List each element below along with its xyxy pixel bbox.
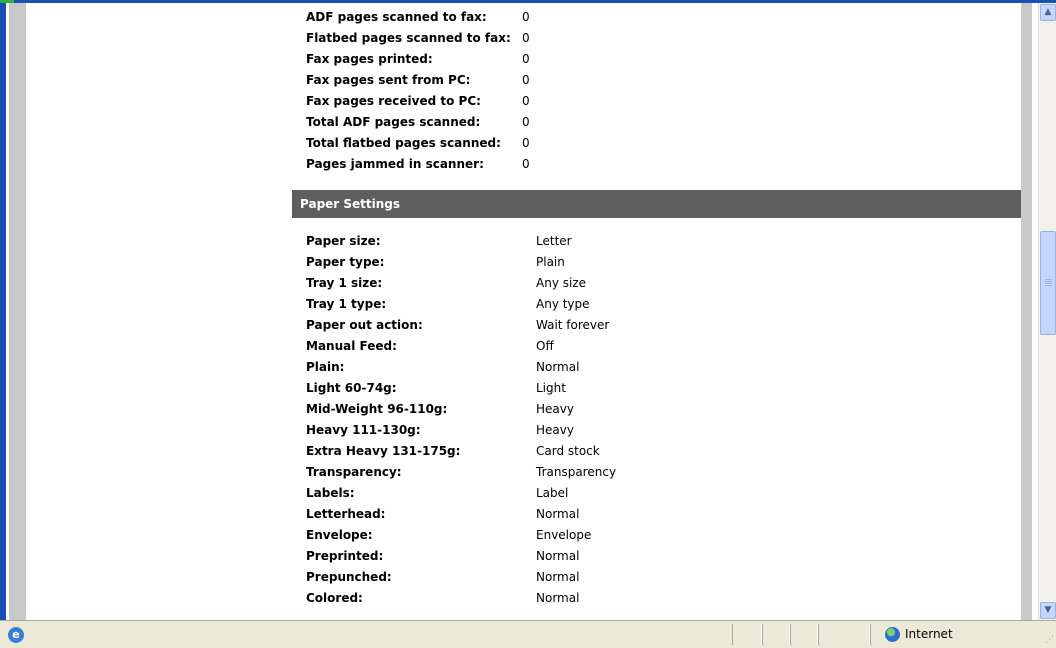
row-value: 0 [522, 115, 530, 129]
row-label: Fax pages received to PC: [306, 94, 481, 108]
row-value: Normal [536, 507, 580, 521]
row-label: Paper out action: [306, 318, 423, 332]
row-label: Plain: [306, 360, 345, 374]
globe-icon [885, 627, 900, 642]
row-label: Prepunched: [306, 570, 392, 584]
row-value: Normal [536, 591, 580, 605]
status-pane [818, 624, 870, 645]
resize-grip-icon[interactable]: ⋰ [1042, 634, 1054, 646]
row-label: Light 60-74g: [306, 381, 397, 395]
row-value: 0 [522, 52, 530, 66]
row-value: Normal [536, 360, 580, 374]
chevron-up-icon: ▲ [1044, 7, 1052, 17]
row-label: Total ADF pages scanned: [306, 115, 481, 129]
status-pane [790, 624, 818, 645]
row-value: Light [536, 381, 566, 395]
row-label: Fax pages printed: [306, 52, 433, 66]
row-value: 0 [522, 31, 530, 45]
row-label: Transparency: [306, 465, 402, 479]
printer-info-content: ADF pages scanned to fax: 0 Flatbed pages… [292, 3, 1021, 620]
status-pane [732, 624, 762, 645]
window-frame-left [0, 3, 6, 620]
row-value: 0 [522, 10, 530, 24]
chevron-down-icon: ▼ [1044, 605, 1052, 615]
row-label: Mid-Weight 96-110g: [306, 402, 448, 416]
row-label: Labels: [306, 486, 355, 500]
row-label: Total flatbed pages scanned: [306, 136, 501, 150]
row-value: Label [536, 486, 569, 500]
grip-icon [1045, 279, 1052, 280]
row-label: Fax pages sent from PC: [306, 73, 471, 87]
row-label: Preprinted: [306, 549, 384, 563]
row-value: Any type [536, 297, 590, 311]
row-value: Envelope [536, 528, 592, 542]
zone-label: Internet [905, 627, 953, 641]
section-title: Paper Settings [300, 197, 401, 211]
row-value: Any size [536, 276, 586, 290]
status-bar: e Internet ⋰ [0, 620, 1056, 648]
row-value: Plain [536, 255, 565, 269]
row-label: Heavy 111-130g: [306, 423, 421, 437]
row-label: Tray 1 size: [306, 276, 383, 290]
row-value: Transparency [536, 465, 617, 479]
row-value: Wait forever [536, 318, 610, 332]
row-label: Paper size: [306, 234, 381, 248]
row-value: Off [536, 339, 554, 353]
row-value: 0 [522, 94, 530, 108]
ie-page-icon: e [8, 627, 24, 643]
row-value: 0 [522, 157, 530, 171]
scroll-down-button[interactable]: ▼ [1040, 602, 1056, 619]
row-value: 0 [522, 136, 530, 150]
row-label: Flatbed pages scanned to fax: [306, 31, 511, 45]
row-label: Envelope: [306, 528, 373, 542]
row-value: Letter [536, 234, 572, 248]
row-value: Normal [536, 549, 580, 563]
scroll-thumb[interactable] [1040, 231, 1056, 335]
row-value: Card stock [536, 444, 600, 458]
row-label: Tray 1 type: [306, 297, 387, 311]
scroll-up-button[interactable]: ▲ [1040, 4, 1056, 21]
security-zone[interactable]: Internet [870, 624, 1038, 645]
row-value: Normal [536, 570, 580, 584]
row-label: Colored: [306, 591, 363, 605]
right-margin-bar [1021, 3, 1032, 620]
section-header-paper-settings: Paper Settings [292, 190, 1021, 218]
status-pane [762, 624, 790, 645]
row-label: Pages jammed in scanner: [306, 157, 484, 171]
row-value: Heavy [536, 402, 574, 416]
row-value: Heavy [536, 423, 574, 437]
row-value: 0 [522, 73, 530, 87]
page-viewport: ADF pages scanned to fax: 0 Flatbed pages… [0, 3, 1038, 620]
row-label: Manual Feed: [306, 339, 397, 353]
row-label: Extra Heavy 131-175g: [306, 444, 461, 458]
left-margin-bar [9, 3, 26, 620]
row-label: Letterhead: [306, 507, 386, 521]
row-label: Paper type: [306, 255, 385, 269]
vertical-scrollbar[interactable]: ▲ ▼ [1038, 3, 1056, 620]
row-label: ADF pages scanned to fax: [306, 10, 487, 24]
